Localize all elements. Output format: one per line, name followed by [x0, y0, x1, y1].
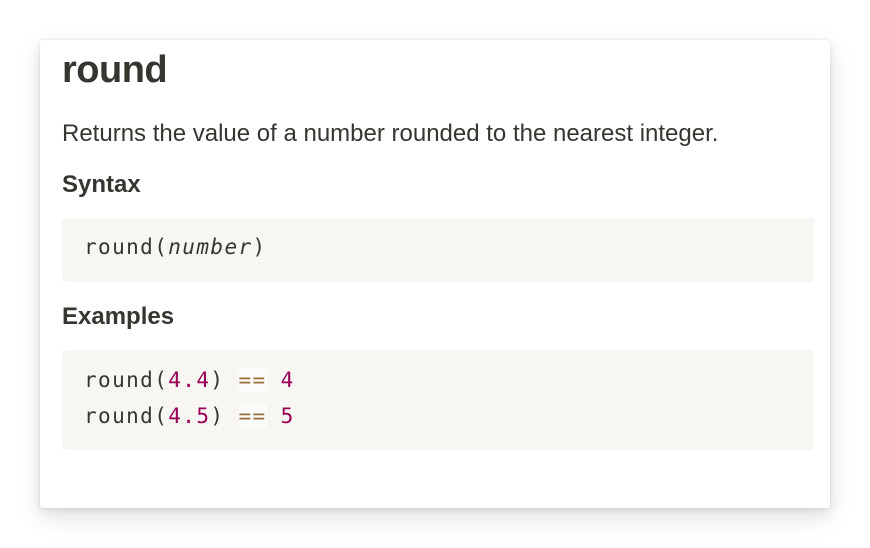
example-result: 4: [280, 368, 295, 392]
formula-help-card: round Returns the value of a number roun…: [40, 40, 830, 508]
example-operator: ==: [238, 404, 267, 428]
syntax-close-paren: ): [252, 235, 267, 259]
example-close-paren: ): [210, 404, 225, 428]
example-operator: ==: [238, 368, 267, 392]
function-description: Returns the value of a number rounded to…: [62, 120, 719, 147]
example-function-name: round: [84, 368, 155, 392]
example-line: round(4.5) == 5: [84, 398, 792, 434]
example-result: 5: [280, 404, 295, 428]
example-open-paren: (: [154, 368, 169, 392]
example-line: round(4.4) == 4: [84, 362, 792, 398]
syntax-open-paren: (: [154, 235, 169, 259]
syntax-code-block: round(number): [62, 218, 814, 282]
example-open-paren: (: [154, 404, 169, 428]
syntax-parameter: number: [168, 235, 253, 259]
example-close-paren: ): [210, 368, 225, 392]
function-title: round: [62, 49, 168, 91]
example-argument: 4.5: [168, 404, 211, 428]
example-argument: 4.4: [168, 368, 211, 392]
syntax-function-name: round: [84, 235, 155, 259]
examples-code-block: round(4.4) == 4 round(4.5) == 5: [62, 350, 814, 450]
example-function-name: round: [84, 404, 155, 428]
examples-heading: Examples: [62, 303, 175, 330]
syntax-heading: Syntax: [62, 171, 141, 198]
